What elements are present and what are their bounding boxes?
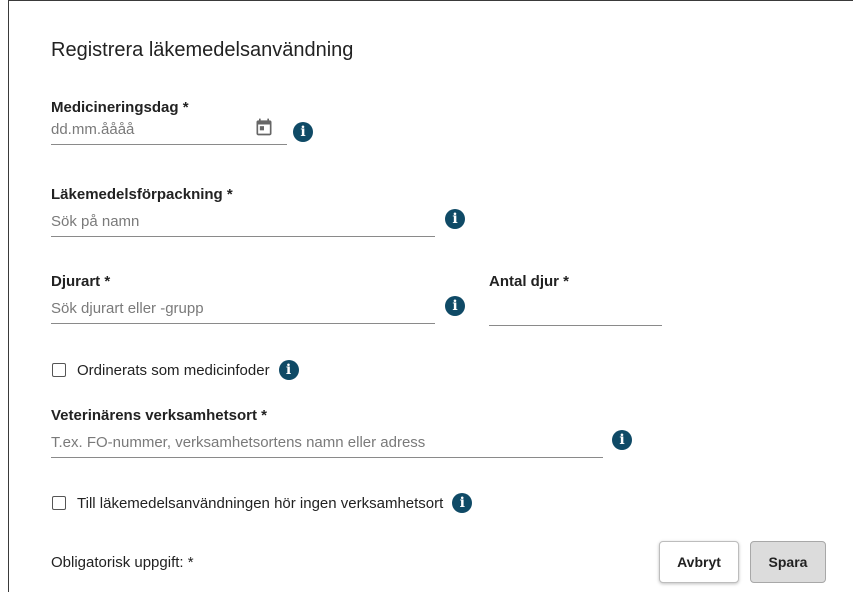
calendar-icon[interactable] [254,117,274,137]
medication-day-field[interactable] [51,116,287,145]
medication-day-label: Medicineringsdag * [51,99,189,116]
vet-location-field[interactable] [51,429,603,458]
cancel-button[interactable]: Avbryt [659,541,739,583]
package-field[interactable] [51,208,435,237]
no-location-checkbox[interactable] [52,496,66,510]
species-info-icon[interactable]: i [445,296,465,316]
dialog-title: Registrera läkemedelsanvändning [51,39,354,61]
medication-day-input[interactable] [51,116,287,142]
medicated-feed-row: Ordinerats som medicinfoder i [52,360,299,380]
animal-count-field[interactable] [489,297,662,326]
species-field[interactable] [51,295,435,324]
animal-count-input[interactable] [489,297,662,323]
required-field-note: Obligatorisk uppgift: * [51,554,194,571]
medicated-feed-info-icon[interactable]: i [278,360,299,380]
no-location-row: Till läkemedelsanvändningen hör ingen ve… [52,493,473,513]
package-info-icon[interactable]: i [445,209,465,229]
package-search-input[interactable] [51,208,435,234]
package-label: Läkemedelsförpackning * [51,186,233,203]
save-button[interactable]: Spara [750,541,826,583]
species-search-input[interactable] [51,295,435,321]
vet-location-label: Veterinärens verksamhetsort * [51,407,267,424]
medicated-feed-label: Ordinerats som medicinfoder [77,361,270,379]
no-location-info-icon[interactable]: i [452,493,473,513]
vet-location-info-icon[interactable]: i [612,430,632,450]
vet-location-search-input[interactable] [51,429,603,455]
animal-count-label: Antal djur * [489,273,570,290]
medicated-feed-checkbox[interactable] [52,363,66,377]
species-label: Djurart * [51,273,111,290]
register-medication-dialog: Registrera läkemedelsanvändning Medicine… [8,0,853,592]
no-location-label: Till läkemedelsanvändningen hör ingen ve… [77,494,444,512]
medication-day-info-icon[interactable]: i [293,122,313,142]
